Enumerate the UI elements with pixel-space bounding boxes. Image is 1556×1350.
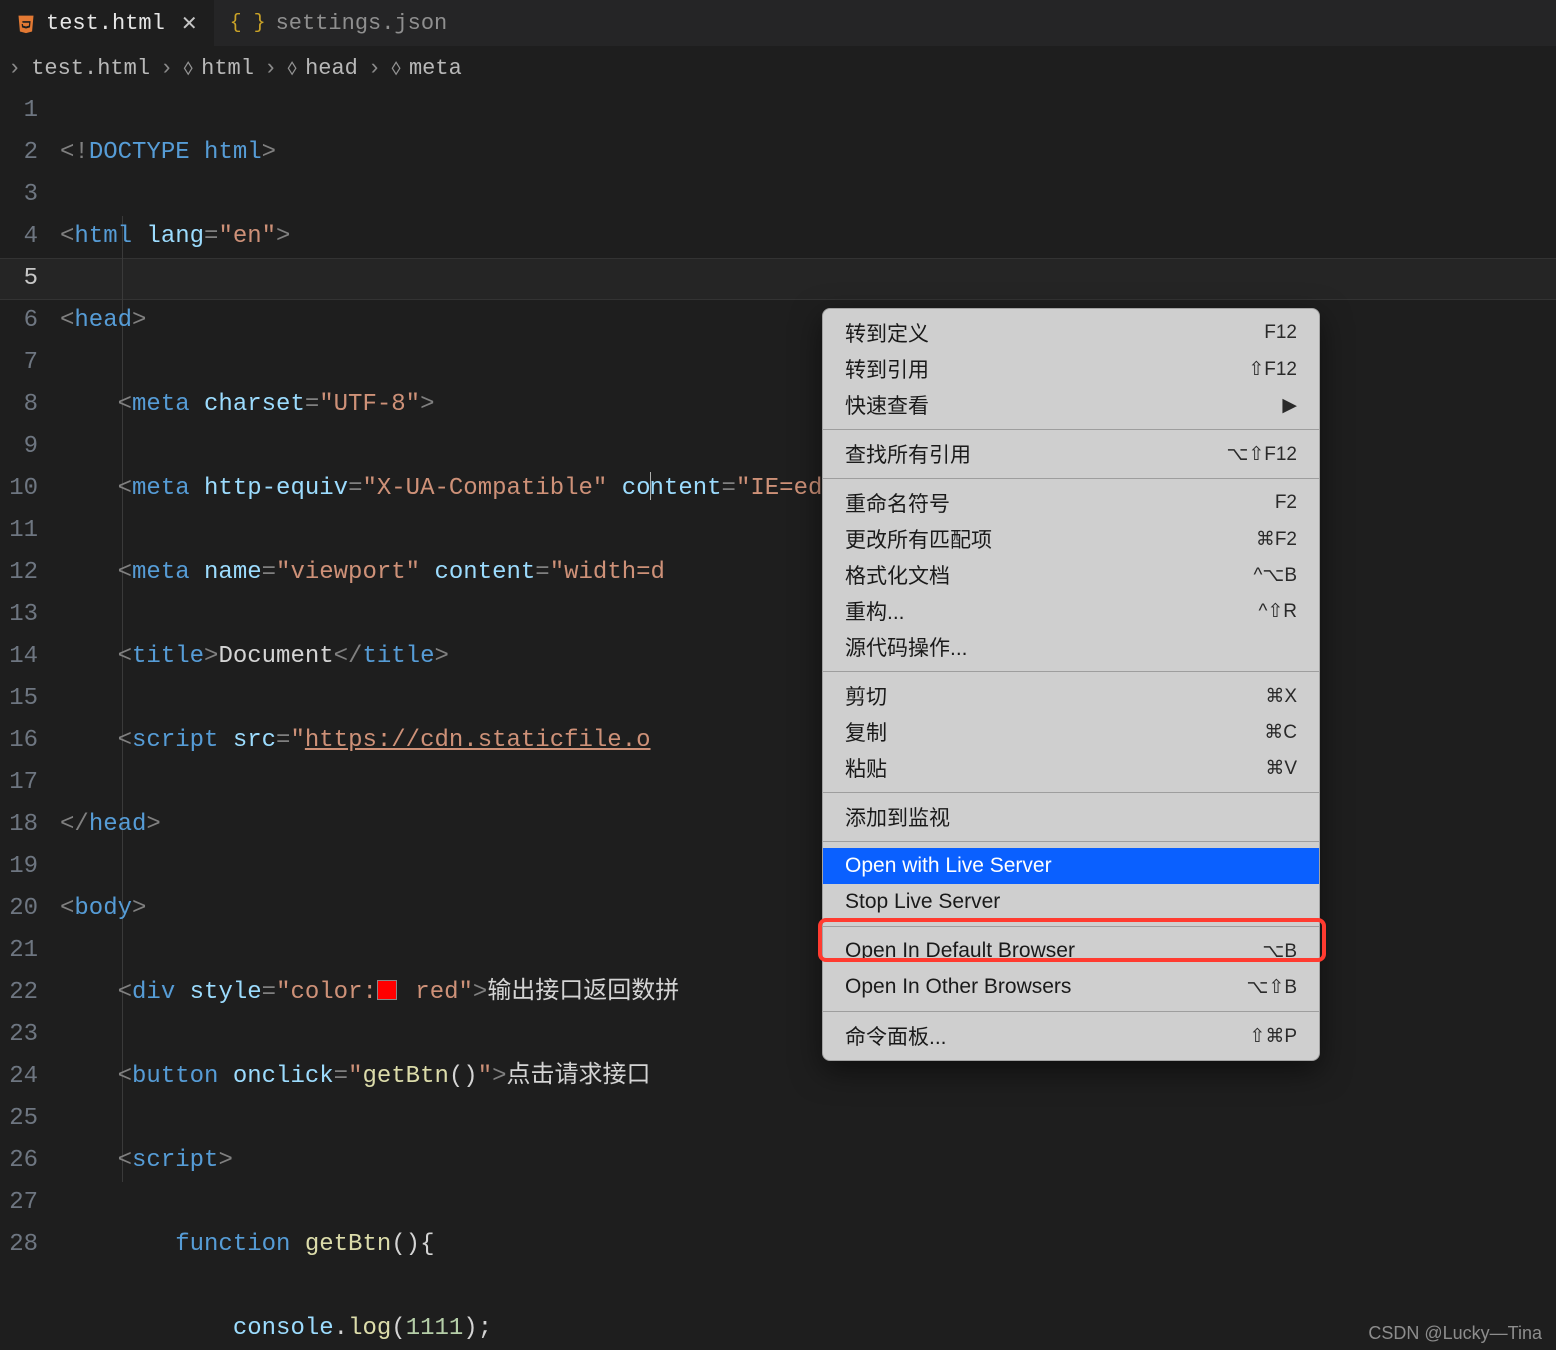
color-swatch: [377, 980, 397, 1000]
menu-item-source-action[interactable]: 源代码操作...: [823, 629, 1319, 665]
menu-item-rename-symbol[interactable]: 重命名符号F2: [823, 485, 1319, 521]
breadcrumb-item[interactable]: ⬨ html: [183, 56, 254, 81]
menu-item-format-doc[interactable]: 格式化文档^⌥B: [823, 557, 1319, 593]
line-number-gutter: 12345678910 11121314151617181920 2122232…: [0, 90, 56, 1350]
menu-item-peek[interactable]: 快速查看▶: [823, 387, 1319, 423]
menu-item-command-palette[interactable]: 命令面板...⇧⌘P: [823, 1018, 1319, 1054]
tab-settings-json[interactable]: { } settings.json: [214, 0, 464, 46]
symbol-icon: ⬨: [183, 56, 193, 81]
menu-item-cut[interactable]: 剪切⌘X: [823, 678, 1319, 714]
menu-item-open-default-browser[interactable]: Open In Default Browser⌥B: [823, 933, 1319, 969]
editor[interactable]: 12345678910 11121314151617181920 2122232…: [0, 90, 1556, 1350]
chevron-right-icon: ›: [160, 56, 173, 81]
html-file-icon: [16, 14, 36, 34]
breadcrumb: › test.html › ⬨ html › ⬨ head › ⬨ meta: [0, 46, 1556, 90]
menu-item-goto-references[interactable]: 转到引用⇧F12: [823, 351, 1319, 387]
watermark: CSDN @Lucky—Tina: [1368, 1323, 1542, 1344]
menu-item-change-all[interactable]: 更改所有匹配项⌘F2: [823, 521, 1319, 557]
chevron-right-icon: ›: [264, 56, 277, 81]
menu-item-find-all-refs[interactable]: 查找所有引用⌥⇧F12: [823, 436, 1319, 472]
menu-item-copy[interactable]: 复制⌘C: [823, 714, 1319, 750]
tab-test-html[interactable]: test.html ✕: [0, 0, 214, 46]
menu-item-stop-live-server[interactable]: Stop Live Server: [823, 884, 1319, 920]
menu-item-refactor[interactable]: 重构...^⇧R: [823, 593, 1319, 629]
menu-item-open-live-server[interactable]: Open with Live Server: [823, 848, 1319, 884]
breadcrumb-item[interactable]: test.html: [31, 56, 150, 81]
tab-bar: test.html ✕ { } settings.json: [0, 0, 1556, 46]
menu-item-open-other-browsers[interactable]: Open In Other Browsers⌥⇧B: [823, 969, 1319, 1005]
breadcrumb-item[interactable]: ⬨ head: [287, 56, 358, 81]
symbol-icon: ⬨: [391, 56, 401, 81]
menu-item-add-watch[interactable]: 添加到监视: [823, 799, 1319, 835]
context-menu: 转到定义F12 转到引用⇧F12 快速查看▶ 查找所有引用⌥⇧F12 重命名符号…: [822, 308, 1320, 1061]
indent-guide: [122, 216, 123, 1182]
tab-label: settings.json: [276, 11, 448, 36]
chevron-right-icon: ›: [368, 56, 381, 81]
menu-item-paste[interactable]: 粘贴⌘V: [823, 750, 1319, 786]
menu-item-goto-definition[interactable]: 转到定义F12: [823, 315, 1319, 351]
symbol-icon: ⬨: [287, 56, 297, 81]
close-icon[interactable]: ✕: [181, 11, 198, 37]
tab-label: test.html: [46, 11, 165, 36]
chevron-right-icon: ›: [8, 56, 21, 81]
json-file-icon: { }: [230, 12, 266, 35]
breadcrumb-item[interactable]: ⬨ meta: [391, 56, 462, 81]
